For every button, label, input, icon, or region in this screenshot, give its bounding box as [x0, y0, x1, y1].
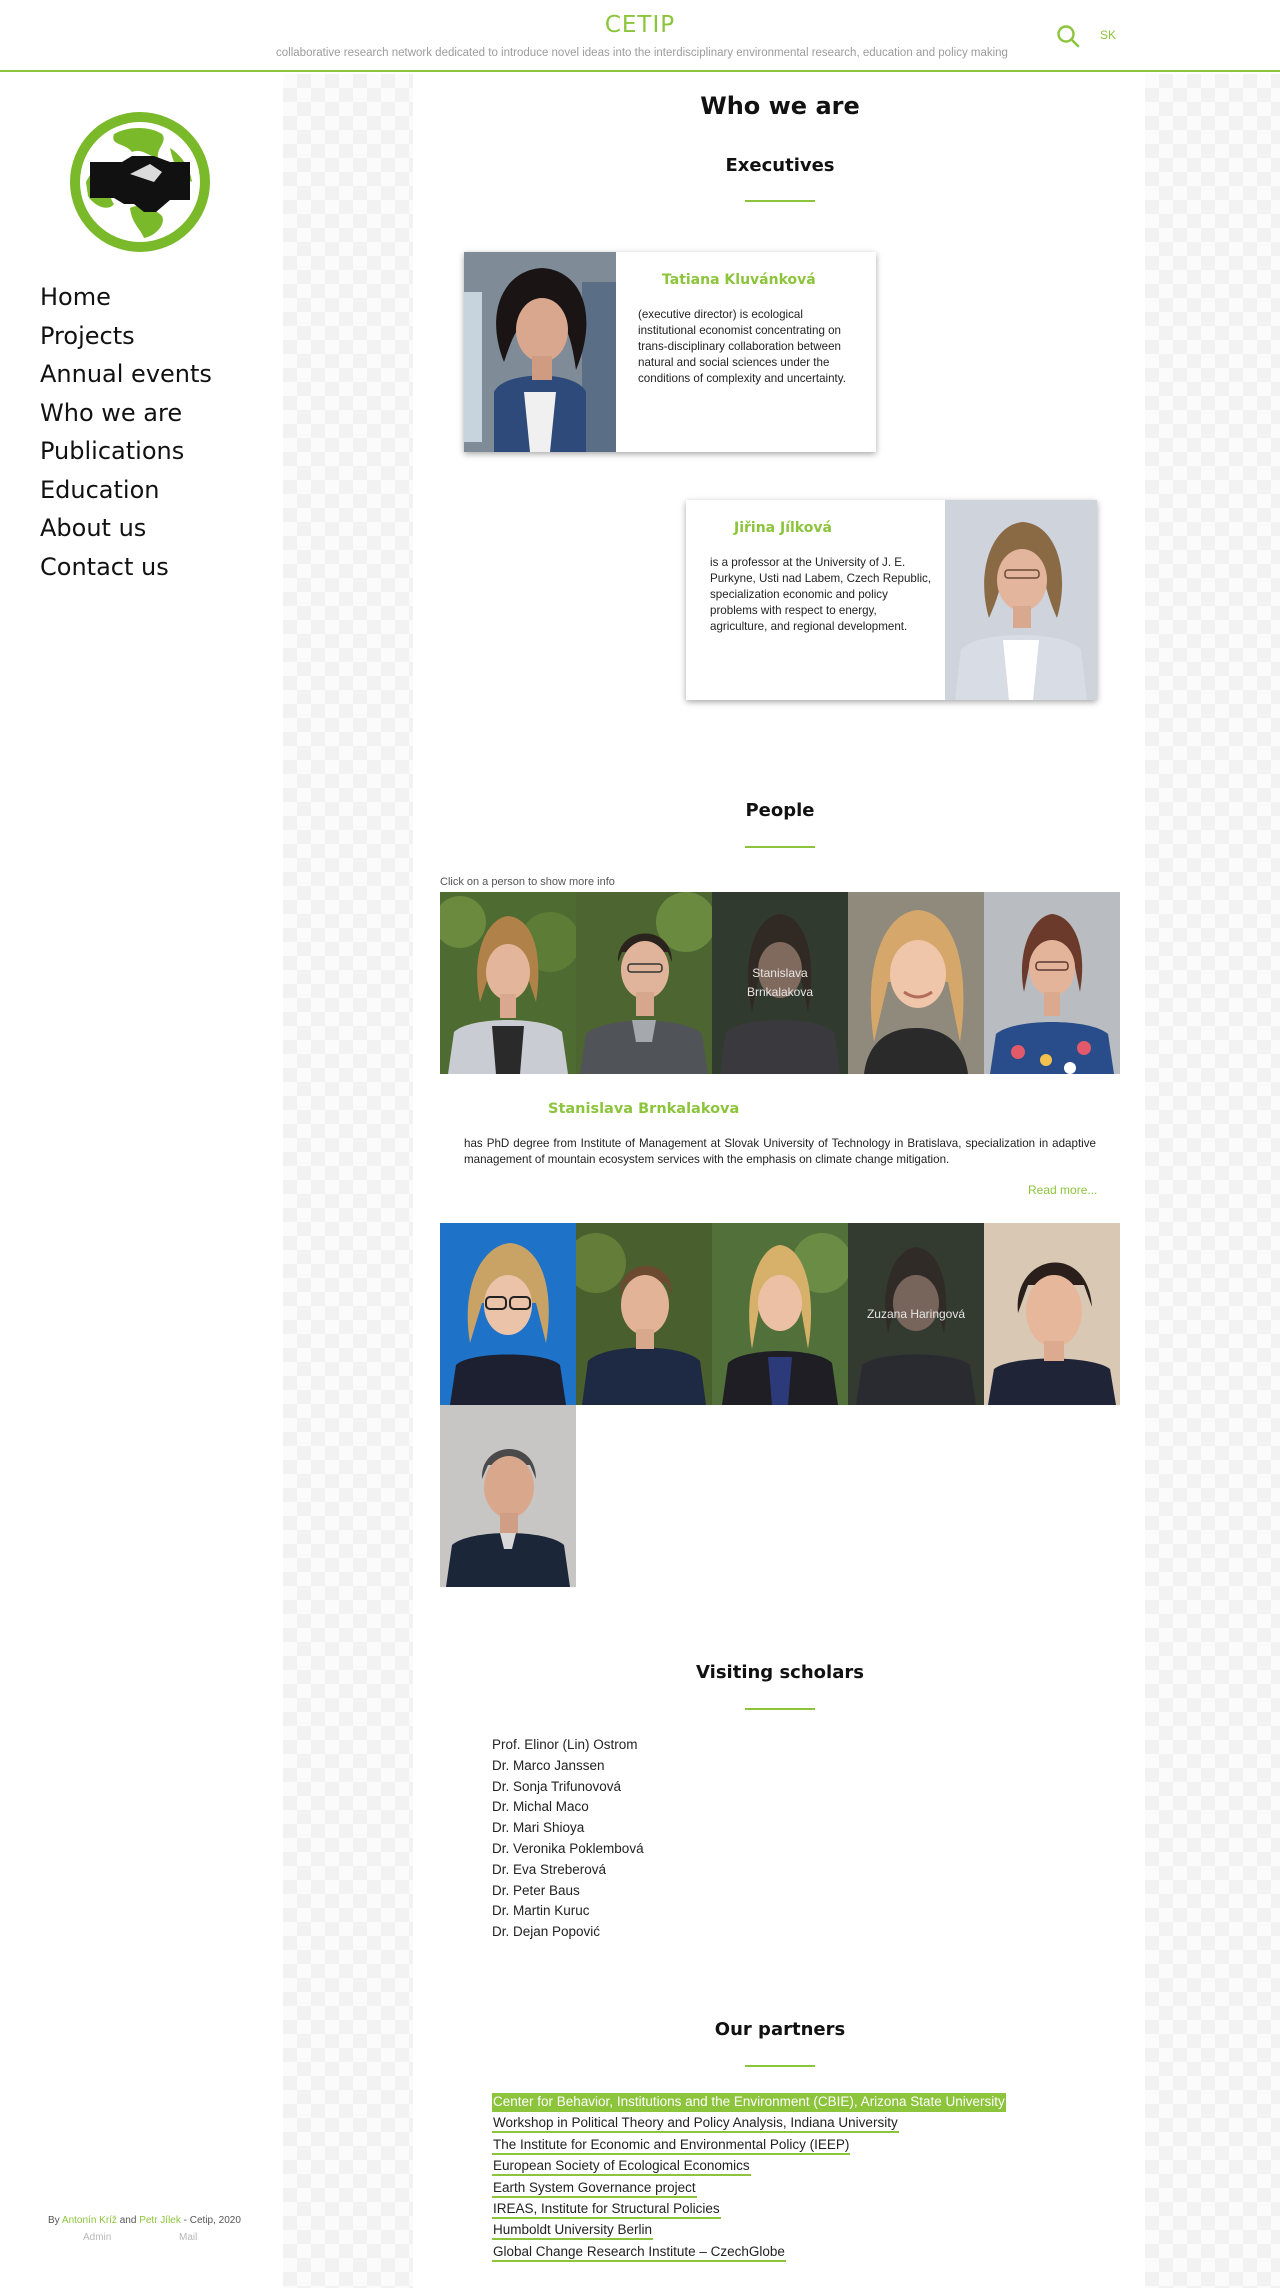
executives-underline: [745, 200, 815, 202]
site-title[interactable]: CETIP: [0, 12, 1280, 38]
partner-link[interactable]: Global Change Research Institute – Czech…: [492, 2243, 786, 2262]
footer-credit: By Antonín Kríž and Petr Jílek - Cetip, …: [48, 2215, 241, 2226]
overlay-name: Zuzana Haringová: [866, 1306, 966, 1321]
person-tile[interactable]: [576, 892, 712, 1074]
scholar-item: Dr. Martin Kuruc: [492, 1903, 590, 1919]
footer-admin-link[interactable]: Admin: [83, 2232, 111, 2243]
footer-copyright: - Cetip, 2020: [183, 2215, 241, 2226]
nav-contact-us[interactable]: Contact us: [40, 548, 212, 587]
globe-handshake-logo[interactable]: [70, 112, 210, 252]
partners-underline: [745, 2065, 815, 2067]
person-overlay: Zuzana Haringová: [848, 1223, 984, 1405]
nav-about-us[interactable]: About us: [40, 509, 212, 548]
scholar-item: Dr. Peter Baus: [492, 1882, 580, 1898]
scholar-item: Dr. Eva Streberová: [492, 1861, 607, 1877]
scholar-item: Dr. Veronika Poklembová: [492, 1840, 644, 1856]
partner-link[interactable]: Workshop in Political Theory and Policy …: [492, 2114, 899, 2134]
search-icon[interactable]: [1055, 23, 1081, 49]
page-title: Who we are: [700, 92, 860, 120]
language-switch[interactable]: SK: [1100, 28, 1116, 42]
partner-link[interactable]: Center for Behavior, Institutions and th…: [492, 2093, 1006, 2112]
background-pattern-left: [283, 74, 413, 2288]
person-tile-selected[interactable]: Stanislava Brnkalakova: [712, 892, 848, 1074]
partner-link[interactable]: Earth System Governance project: [492, 2179, 697, 2198]
person-tile[interactable]: [848, 892, 984, 1074]
executive-card: Jiřina Jílková is a professor at the Uni…: [686, 500, 1097, 700]
person-tile[interactable]: [712, 1223, 848, 1405]
executive-photo: [945, 500, 1097, 700]
nav-who-we-are[interactable]: Who we are: [40, 394, 212, 433]
site-tagline: collaborative research network dedicated…: [276, 47, 1008, 59]
scholar-item: Dr. Sonja Trifunovová: [492, 1778, 622, 1794]
selected-person-description: has PhD degree from Institute of Managem…: [464, 1137, 1096, 1166]
footer-author2-link[interactable]: Petr Jílek: [139, 2215, 181, 2226]
read-more-link[interactable]: Read more...: [1028, 1183, 1097, 1197]
nav-home[interactable]: Home: [40, 278, 212, 317]
background-pattern-right: [1145, 74, 1280, 2288]
person-tile-hover[interactable]: Zuzana Haringová: [848, 1223, 984, 1405]
executive-description: is a professor at the University of J. E…: [710, 556, 932, 633]
executive-name: Tatiana Kluvánková: [662, 272, 816, 288]
people-grid-row: [440, 1405, 1120, 1587]
nav-education[interactable]: Education: [40, 471, 212, 510]
partner-link[interactable]: European Society of Ecological Economics: [492, 2157, 751, 2177]
executive-description: (executive director) is ecological insti…: [638, 308, 846, 385]
people-grid-row: Zuzana Haringová: [440, 1223, 1120, 1405]
people-grid-row: Stanislava Brnkalakova: [440, 892, 1120, 1074]
footer-mail-link[interactable]: Mail: [179, 2232, 197, 2243]
person-overlay: Stanislava Brnkalakova: [712, 892, 848, 1074]
executives-heading: Executives: [725, 155, 835, 176]
scholar-item: Dr. Michal Maco: [492, 1799, 589, 1815]
scholar-item: Dr. Mari Shioya: [492, 1820, 585, 1836]
person-tile[interactable]: [440, 892, 576, 1074]
person-tile[interactable]: [440, 1223, 576, 1405]
nav-annual-events[interactable]: Annual events: [40, 355, 212, 394]
executive-photo: [464, 252, 616, 452]
overlay-first-name: Stanislava: [752, 966, 808, 980]
executive-card: Tatiana Kluvánková (executive director) …: [464, 252, 876, 452]
person-tile[interactable]: [984, 892, 1120, 1074]
people-underline: [745, 846, 815, 848]
footer-and: and: [119, 2215, 137, 2226]
overlay-last-name: Brnkalakova: [746, 985, 814, 999]
people-heading: People: [745, 800, 815, 821]
partner-link[interactable]: Humboldt University Berlin: [492, 2221, 654, 2241]
person-tile[interactable]: [440, 1405, 576, 1587]
nav-projects[interactable]: Projects: [40, 317, 212, 356]
scholars-heading: Visiting scholars: [696, 1662, 864, 1683]
scholar-item: Dr. Dejan Popović: [492, 1924, 601, 1940]
selected-person-name: Stanislava Brnkalakova: [548, 1101, 740, 1117]
footer-author1-link[interactable]: Antonín Kríž: [62, 2215, 117, 2226]
person-tile[interactable]: [984, 1223, 1120, 1405]
scholars-underline: [745, 1708, 815, 1710]
partners-heading: Our partners: [714, 2019, 846, 2040]
footer-by: By: [48, 2215, 60, 2226]
scholar-item: Dr. Marco Janssen: [492, 1757, 605, 1773]
scholar-item: Prof. Elinor (Lin) Ostrom: [492, 1737, 638, 1752]
site-header: CETIP collaborative research network ded…: [0, 0, 1280, 72]
executive-name: Jiřina Jílková: [734, 520, 832, 536]
people-hint: Click on a person to show more info: [440, 876, 615, 888]
nav-publications[interactable]: Publications: [40, 432, 212, 471]
main-nav: Home Projects Annual events Who we are P…: [40, 278, 212, 586]
partner-link[interactable]: The Institute for Economic and Environme…: [492, 2136, 851, 2155]
person-tile[interactable]: [576, 1223, 712, 1405]
partner-link[interactable]: IREAS, Institute for Structural Policies: [492, 2200, 721, 2219]
scholars-list: Prof. Elinor (Lin) Ostrom Dr. Marco Jans…: [492, 1735, 644, 1943]
partners-list: Center for Behavior, Institutions and th…: [492, 2093, 1006, 2264]
